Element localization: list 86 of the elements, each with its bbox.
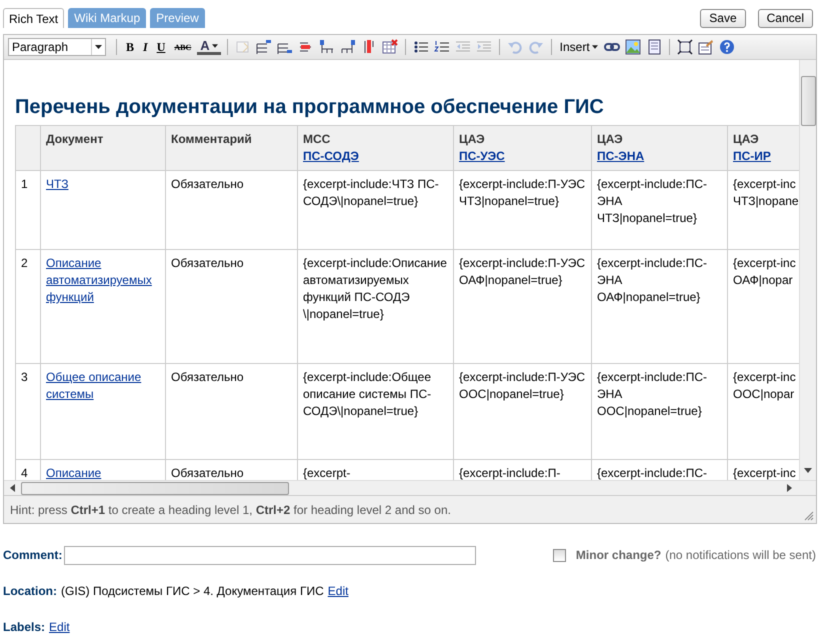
table-cell: {excerpt-include:П-УЭС ООС|nopanel=true} [459,370,585,401]
fullscreen-icon [676,39,693,55]
table-cell: {excerpt-inc ОАФ|nopar [733,256,796,287]
minor-change-note: (no notifications will be sent) [665,548,816,562]
table-cell: {excerpt-inc ООС|nopar [733,370,796,401]
table-cell: {excerpt-inc ЧТЗ|nopane [733,177,799,208]
table-cell: Обязательно [171,466,244,480]
toolbar-button[interactable] [696,38,715,56]
column-header: МСС [303,132,330,146]
scroll-down-icon[interactable] [804,468,812,473]
row-number: 1 [21,177,28,191]
row-number: 2 [21,256,28,270]
column-header: ЦАЭ [459,132,485,146]
table-cell: {excerpt- [303,466,350,480]
table-cell: {excerpt-include:ПС-ЭНА ОАФ|nopanel=true} [597,256,708,304]
toolbar-button[interactable] [338,38,357,56]
column-header-link[interactable]: ПС-ИР [733,149,771,163]
table-cell: {excerpt-include:ПС-ЭНА ООС|nopanel=true} [597,370,708,418]
column-header-link[interactable]: ПС-ЭНА [597,149,644,163]
scrollbar-thumb[interactable] [21,482,289,494]
document-heading: Перечень документации на программное обеспечение ГИС [15,96,605,119]
caret-icon [592,45,598,49]
column-header-link[interactable]: ПС-СОДЭ [303,149,359,163]
toolbar-button[interactable] [318,38,336,56]
row-number: 4 [21,466,28,480]
delete-table-icon [382,39,398,55]
location-path: (GIS) Подсистемы ГИС > 4. Документация ГИС [61,584,324,598]
vertical-scrollbar[interactable] [799,60,816,480]
column-header: ЦАЭ [597,132,623,146]
insert-row-icon [256,39,272,55]
column-header: Комментарий [171,132,252,146]
table-cell: {excerpt-include:ПС-ЭНА ЧТЗ|nopanel=true} [597,177,708,225]
format-button[interactable]: B [123,38,138,56]
column-header: Документ [46,132,104,146]
location-label: Location: [3,584,57,598]
table-cell: Обязательно [171,370,244,384]
table-cell: {excerpt-include:П-УЭС ОАФ|nopanel=true} [459,256,585,287]
caret-icon [95,45,102,49]
table-cell: {excerpt-inc [733,466,796,480]
edit-link[interactable]: Edit [49,620,70,634]
format-button[interactable]: U [154,38,168,56]
format-button[interactable]: I [140,38,151,56]
page-properties-icon [698,39,714,55]
undo-icon [506,39,523,55]
cancel-button[interactable]: Cancel [758,8,813,28]
scrollbar-thumb[interactable] [800,76,816,126]
insert-column-icon [340,39,356,55]
image-icon [624,39,641,55]
table-cell: {excerpt-include:Описание автоматизируемых функций ПС-СОДЭ \|nopanel=true} [303,256,447,321]
table-cell: {excerpt-include:ЧТЗ ПС-СОДЭ\|nopanel=true} [303,177,439,208]
horizontal-scrollbar[interactable] [4,480,816,495]
comment-label: Comment: [3,548,62,562]
checkbox[interactable] [552,548,566,562]
text-color-button[interactable]: A [197,40,221,54]
insert-column-icon [318,39,335,55]
document-link[interactable]: ЧТЗ [46,176,68,193]
paragraph-format-select[interactable]: Paragraph [8,38,106,56]
toolbar-button[interactable] [676,38,694,56]
save-button[interactable]: Save [700,8,746,28]
redo-icon [528,39,544,55]
edit-link[interactable]: Edit [328,584,348,598]
toolbar-button[interactable] [254,38,273,56]
table-cell: Обязательно [171,177,244,191]
minor-change-label: Minor change? [576,548,662,562]
row-number: 3 [21,370,28,384]
caret-icon [212,44,218,48]
bulleted-list-icon [412,39,429,55]
hint-text: Hint: press Ctrl+1 to create a heading level 1, Ctrl+2 for heading level 2 and so on. [10,502,451,516]
column-header: ЦАЭ [733,132,759,146]
insert-menu[interactable]: Insert [558,40,600,54]
table-cell: {excerpt-include:П-УЭС ЧТЗ|nopanel=true} [459,177,585,208]
scroll-left-icon[interactable] [10,484,15,492]
help-icon [718,39,735,55]
editor-tab[interactable]: Rich Text [3,8,64,28]
resize-grip-icon[interactable] [804,511,814,521]
labels-label: Labels: [3,620,46,634]
page-icon [646,39,662,55]
format-button[interactable]: ABC [171,38,194,56]
table-cell: {excerpt-include:П- [459,466,560,480]
table-cell: {excerpt-include:ПС- [597,466,708,480]
table-cell: {excerpt-include:Общее описание системы ПС-СОДЭ\|nopanel=true} [303,370,432,418]
table-cell: Обязательно [171,256,244,270]
comment-field[interactable] [64,546,476,564]
scroll-right-icon[interactable] [787,484,792,492]
column-header-link[interactable]: ПС-УЭС [459,149,505,163]
toolbar-button[interactable] [624,38,642,56]
